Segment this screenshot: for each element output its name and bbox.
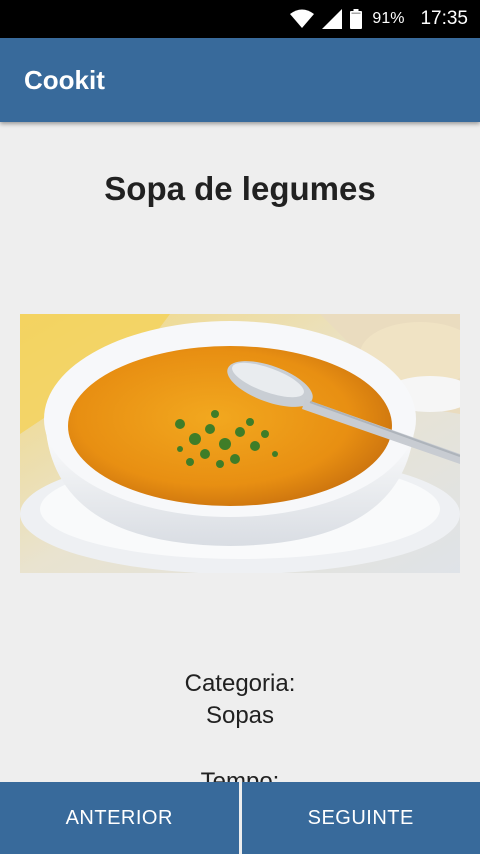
wifi-icon [290, 9, 315, 29]
bottom-navigation: ANTERIOR SEGUINTE [0, 782, 480, 854]
battery-percent: 91% [372, 10, 405, 27]
category-label: Categoria: [184, 670, 296, 697]
previous-button[interactable]: ANTERIOR [0, 782, 239, 854]
time-label: Tempo: [200, 768, 280, 782]
recipe-title: Sopa de legumes [104, 170, 376, 207]
status-bar: 91% 17:35 [0, 0, 480, 38]
app-bar: Cookit [0, 38, 480, 122]
cell-signal-icon [322, 9, 343, 29]
clock: 17:35 [420, 8, 468, 29]
recipe-content[interactable]: Sopa de legumes Categoria: Sopas Tempo: [0, 122, 480, 782]
next-button[interactable]: SEGUINTE [241, 782, 480, 854]
category-value: Sopas [205, 702, 275, 729]
battery-icon [350, 9, 363, 29]
app-title: Cookit [24, 64, 105, 95]
recipe-image [20, 314, 460, 573]
